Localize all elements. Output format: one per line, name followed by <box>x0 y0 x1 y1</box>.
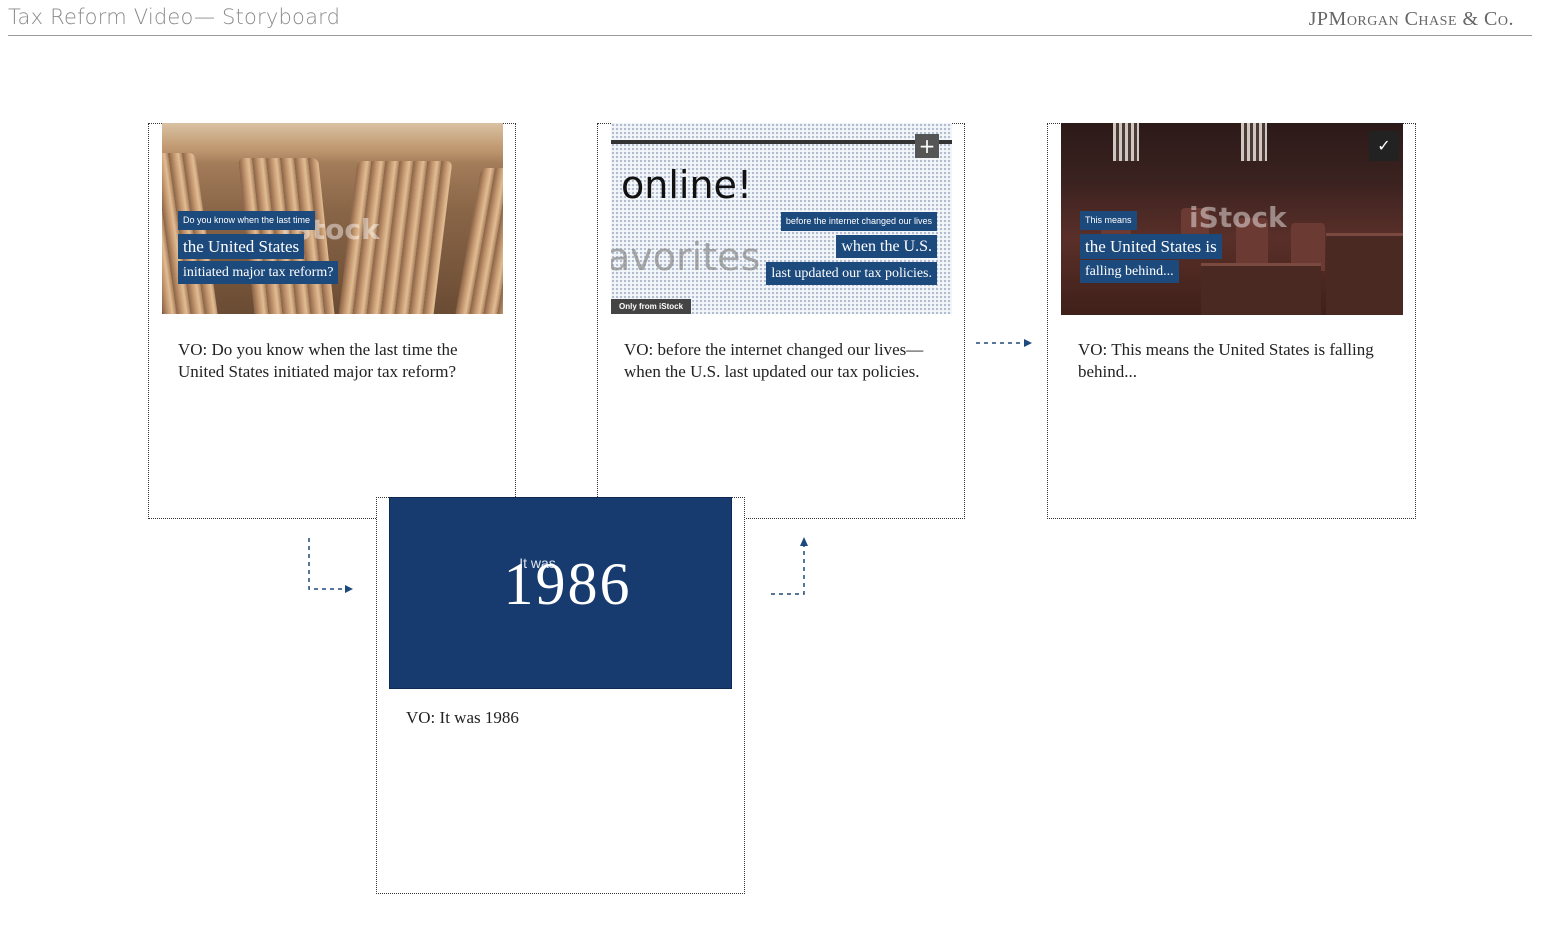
column-far-right <box>452 168 503 314</box>
arrowhead-up <box>800 537 808 546</box>
screen-word-faded: avorites <box>611 235 761 279</box>
desk <box>1201 263 1321 315</box>
desk <box>1326 233 1403 315</box>
arrow-card4-to-card2 <box>771 546 805 595</box>
caption-line-3: last updated our tax policies. <box>766 262 937 285</box>
page-title: Tax Reform Video— Storyboard <box>8 5 341 29</box>
caption-line-2: the United States <box>178 234 305 259</box>
plus-icon: + <box>915 134 939 158</box>
arrowhead-right <box>1024 339 1032 347</box>
voiceover-text-3: VO: This means the United States is fall… <box>1078 340 1374 381</box>
caption-line-1: before the internet changed our lives <box>780 212 937 231</box>
caption-line-1: This means <box>1080 211 1137 230</box>
window-left <box>1113 123 1139 161</box>
only-from-istock-tag: Only from iStock <box>611 299 692 314</box>
caption-line-2: when the U.S. <box>836 235 937 258</box>
caption-line-3: initiated major tax reform? <box>178 261 339 284</box>
check-icon: ✓ <box>1369 131 1399 161</box>
sky <box>162 123 503 163</box>
caption-line-1: Do you know when the last time <box>178 211 316 230</box>
voiceover-text-4: VO: It was 1986 <box>406 708 519 727</box>
frame-2-image: online! avorites + before the internet c… <box>611 123 952 314</box>
caption-line-3: falling behind... <box>1080 260 1179 283</box>
caption-line-2: the United States is <box>1080 234 1222 259</box>
arrowhead-right <box>345 585 353 593</box>
voiceover-text-2: VO: before the internet changed our live… <box>624 340 924 381</box>
brand-logo: JPMorgan Chase & Co. <box>1308 8 1514 30</box>
frame-4-image: It was 1986 <box>389 497 732 689</box>
screen-word: online! <box>621 163 753 207</box>
screen-bar <box>611 140 952 144</box>
watermark: iStock <box>1189 201 1287 234</box>
voiceover-text-1: VO: Do you know when the last time the U… <box>178 340 458 381</box>
slate-year: 1986 <box>503 551 632 617</box>
frame-1-image: iStock Do you know when the last time th… <box>162 123 503 314</box>
frame-3-image: iStock ✓ This means the United States is… <box>1061 123 1403 315</box>
window-right <box>1241 123 1267 161</box>
header-divider <box>8 35 1532 36</box>
arrow-card1-to-card4 <box>308 538 345 590</box>
